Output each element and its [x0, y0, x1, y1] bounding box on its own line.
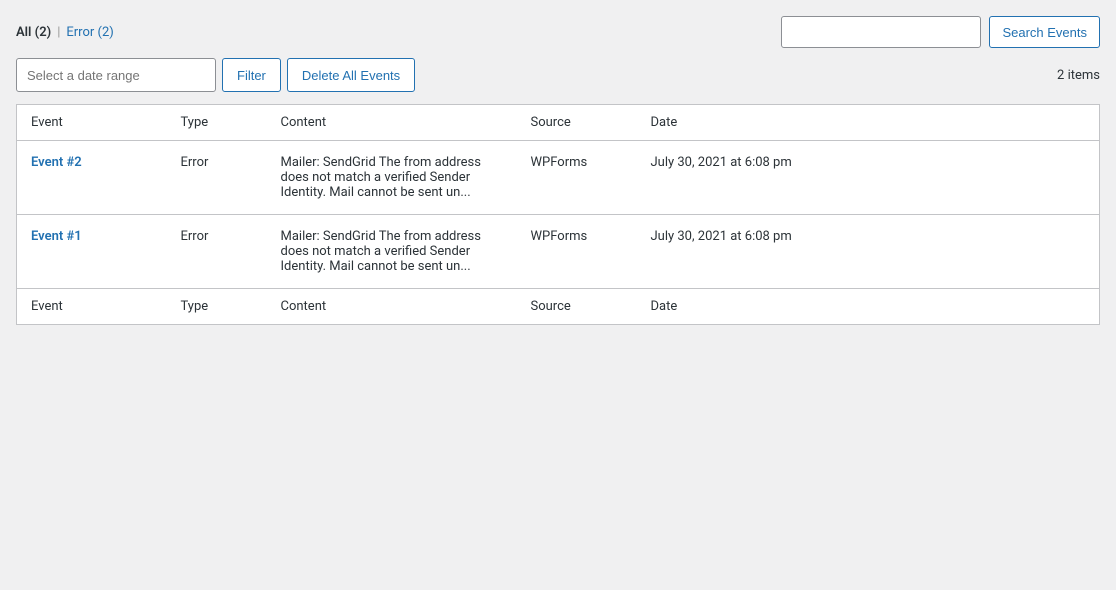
table-row: Event #2 ErrorMailer: SendGrid The from a…	[17, 141, 1100, 215]
top-bar: All (2) | Error (2) Search Events	[16, 16, 1100, 48]
col-footer-content: Content	[267, 289, 517, 325]
controls-left: Filter Delete All Events	[16, 58, 415, 92]
cell-type: Error	[167, 141, 267, 215]
col-footer-source: Source	[517, 289, 637, 325]
cell-type: Error	[167, 215, 267, 289]
error-filter-link[interactable]: Error (2)	[66, 25, 113, 40]
cell-content: Mailer: SendGrid The from address does n…	[267, 215, 517, 289]
cell-event: Event #1	[17, 215, 167, 289]
col-footer-date: Date	[637, 289, 1100, 325]
cell-content: Mailer: SendGrid The from address does n…	[267, 141, 517, 215]
all-filter-link[interactable]: All (2)	[16, 25, 51, 40]
cell-date: July 30, 2021 at 6:08 pm	[637, 141, 1100, 215]
col-header-content: Content	[267, 105, 517, 141]
search-area: Search Events	[781, 16, 1100, 48]
items-count: 2 items	[1057, 68, 1100, 83]
search-input[interactable]	[781, 16, 981, 48]
cell-source: WPForms	[517, 215, 637, 289]
date-range-input[interactable]	[16, 58, 216, 92]
filter-separator: |	[57, 25, 60, 40]
delete-all-events-button[interactable]: Delete All Events	[287, 58, 415, 92]
table-row: Event #1 ErrorMailer: SendGrid The from a…	[17, 215, 1100, 289]
cell-source: WPForms	[517, 141, 637, 215]
event-link[interactable]: Event #1	[31, 229, 82, 244]
search-events-button[interactable]: Search Events	[989, 16, 1100, 48]
filter-button[interactable]: Filter	[222, 58, 281, 92]
col-footer-type: Type	[167, 289, 267, 325]
filter-links: All (2) | Error (2)	[16, 25, 114, 40]
col-header-source: Source	[517, 105, 637, 141]
controls-bar: Filter Delete All Events 2 items	[16, 58, 1100, 92]
col-header-type: Type	[167, 105, 267, 141]
col-footer-event: Event	[17, 289, 167, 325]
table-footer-row: Event Type Content Source Date	[17, 289, 1100, 325]
col-header-event: Event	[17, 105, 167, 141]
cell-date: July 30, 2021 at 6:08 pm	[637, 215, 1100, 289]
event-link[interactable]: Event #2	[31, 155, 82, 170]
col-header-date: Date	[637, 105, 1100, 141]
cell-event: Event #2	[17, 141, 167, 215]
table-header-row: Event Type Content Source Date	[17, 105, 1100, 141]
events-table: Event Type Content Source Date Event #2E…	[16, 104, 1100, 325]
